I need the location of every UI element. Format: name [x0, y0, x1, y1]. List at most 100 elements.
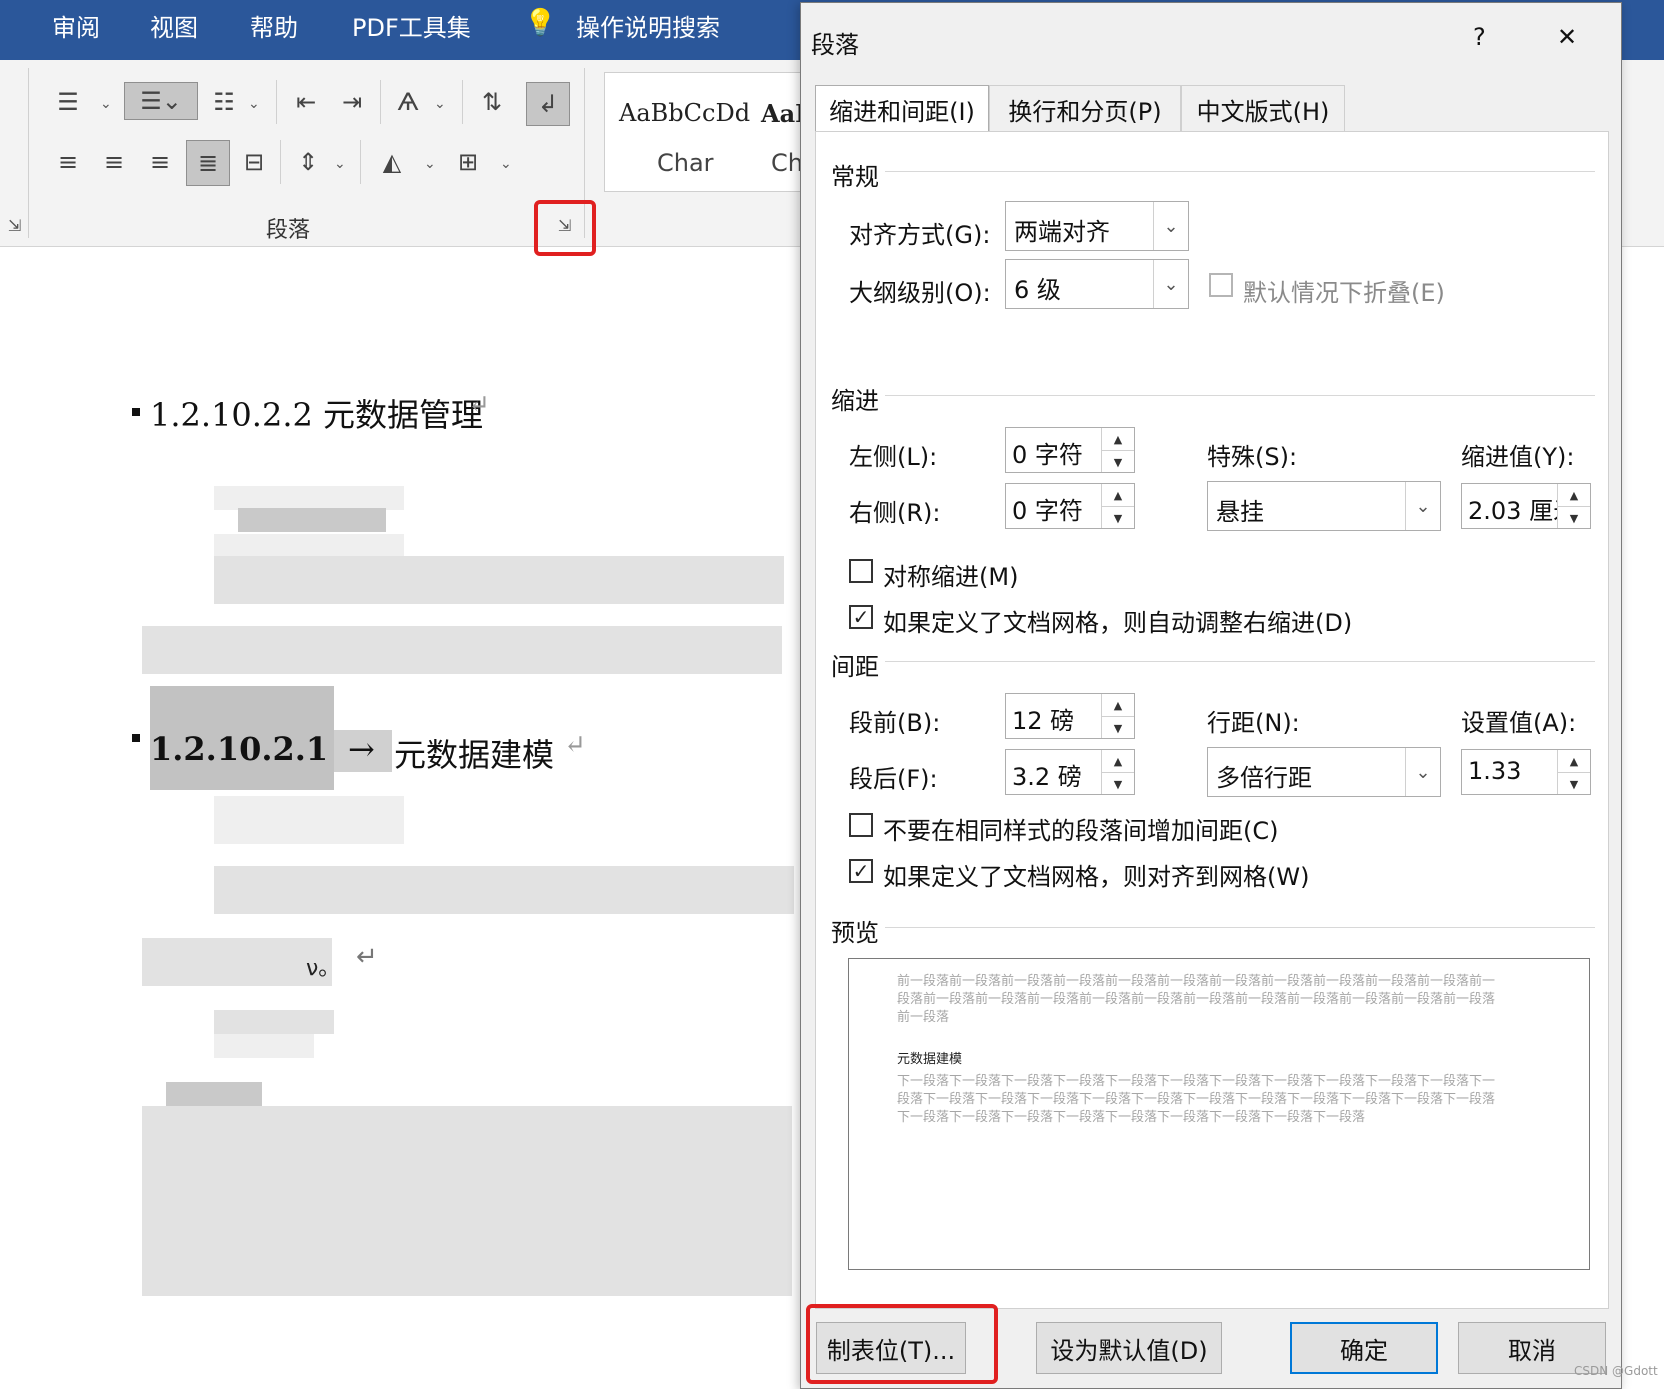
lightbulb-icon: 💡 — [524, 8, 557, 38]
snap-to-grid-checkbox[interactable]: ✓ — [849, 859, 873, 883]
set-as-default-button[interactable]: 设为默认值(D) — [1036, 1322, 1222, 1374]
align-left-icon[interactable]: ≡ — [50, 144, 86, 180]
spin-down-icon[interactable]: ▼ — [1558, 773, 1590, 795]
text-fragment: ν。 — [306, 956, 341, 981]
bullets-dropdown-icon[interactable]: ⌄ — [100, 96, 112, 112]
spacing-at-label: 设置值(A): — [1461, 709, 1577, 737]
ok-button[interactable]: 确定 — [1290, 1322, 1438, 1374]
right-indent-spinner[interactable]: 0 字符 ▲ ▼ — [1005, 483, 1135, 529]
blurred-text — [238, 508, 386, 532]
multilevel-list-icon[interactable]: ☷ — [206, 84, 242, 120]
spin-down-icon[interactable]: ▼ — [1102, 773, 1134, 795]
bullets-icon[interactable]: ☰ — [50, 84, 86, 120]
line-spacing-icon[interactable]: ⇕ — [290, 144, 326, 180]
spin-up-icon[interactable]: ▲ — [1558, 484, 1590, 507]
space-after-value: 3.2 磅 — [1012, 763, 1082, 791]
special-indent-select[interactable]: 悬挂 ⌄ — [1207, 481, 1441, 531]
paragraph-mark: ↵ — [564, 730, 586, 760]
decrease-indent-icon[interactable]: ⇤ — [288, 84, 324, 120]
alignment-value: 两端对齐 — [1014, 218, 1110, 246]
special-indent-value: 悬挂 — [1216, 498, 1264, 526]
spin-up-icon[interactable]: ▲ — [1102, 428, 1134, 451]
spin-up-icon[interactable]: ▲ — [1102, 750, 1134, 773]
preview-section-title: 预览 — [831, 919, 879, 947]
chinese-layout-icon[interactable]: Ѧ — [390, 84, 426, 120]
left-indent-label: 左侧(L): — [849, 443, 938, 471]
indent-section-title: 缩进 — [831, 387, 879, 415]
blurred-text — [142, 626, 782, 674]
paragraph-preview: 前一段落前一段落前一段落前一段落前一段落前一段落前一段落前一段落前一段落前一段落… — [848, 958, 1590, 1270]
spin-up-icon[interactable]: ▲ — [1558, 750, 1590, 773]
auto-adjust-right-label: 如果定义了文档网格，则自动调整右缩进(D) — [883, 609, 1353, 637]
font-dialog-launcher-icon[interactable]: ⇲ — [8, 216, 21, 235]
blurred-text — [214, 534, 404, 556]
spin-down-icon[interactable]: ▼ — [1558, 507, 1590, 528]
help-icon[interactable]: ? — [1473, 23, 1486, 51]
collapse-checkbox — [1209, 273, 1233, 297]
line-spacing-select[interactable]: 多倍行距 ⌄ — [1207, 747, 1441, 797]
mirror-indents-checkbox[interactable] — [849, 559, 873, 583]
space-before-spinner[interactable]: 12 磅 ▲ ▼ — [1005, 693, 1135, 739]
tab-pdf-tools[interactable]: PDF工具集 — [352, 8, 471, 43]
heading-marker — [132, 734, 140, 742]
heading-number[interactable]: 1.2.10.2.1 — [150, 730, 328, 768]
borders-dropdown-icon[interactable]: ⌄ — [500, 156, 512, 172]
sort-icon[interactable]: ⇅ — [474, 84, 510, 120]
shading-icon[interactable]: ◭ — [374, 144, 410, 180]
spin-up-icon[interactable]: ▲ — [1102, 694, 1134, 717]
blurred-text — [214, 556, 784, 604]
align-center-icon[interactable]: ≡ — [96, 144, 132, 180]
indent-by-spinner[interactable]: 2.03 厘米 ▲▼ — [1461, 483, 1591, 529]
borders-icon[interactable]: ⊞ — [450, 144, 486, 180]
show-marks-icon[interactable]: ↲ — [526, 82, 570, 126]
blurred-text — [214, 866, 794, 914]
justify-icon[interactable]: ≣ — [186, 140, 230, 186]
close-icon[interactable]: ✕ — [1557, 23, 1577, 51]
distributed-icon[interactable]: ⊟ — [236, 144, 272, 180]
indent-by-value: 2.03 厘米 — [1468, 497, 1558, 525]
numbering-icon[interactable]: ☰⌄ — [124, 82, 198, 120]
tab-review[interactable]: 审阅 — [52, 8, 100, 43]
collapse-label: 默认情况下折叠(E) — [1243, 279, 1445, 307]
indent-by-label: 缩进值(Y): — [1461, 443, 1575, 471]
heading-metadata-modeling[interactable]: 元数据建模 — [394, 730, 554, 776]
alignment-select[interactable]: 两端对齐 ⌄ — [1005, 201, 1189, 251]
styles-gallery[interactable]: AaBbCcDd Char AaB Ch — [604, 72, 815, 192]
shading-dropdown-icon[interactable]: ⌄ — [424, 156, 436, 172]
spin-down-icon[interactable]: ▼ — [1102, 507, 1134, 529]
right-indent-label: 右侧(R): — [849, 499, 941, 527]
multilevel-dropdown-icon[interactable]: ⌄ — [248, 96, 260, 112]
dialog-title: 段落 — [811, 31, 859, 59]
blurred-text — [214, 796, 404, 844]
tab-asian-typography[interactable]: 中文版式(H) — [1181, 85, 1345, 132]
line-spacing-value: 多倍行距 — [1216, 764, 1312, 792]
tell-me-search[interactable]: 操作说明搜索 — [576, 8, 720, 43]
tab-indents-spacing[interactable]: 缩进和间距(I) — [815, 85, 989, 132]
space-before-label: 段前(B): — [849, 709, 941, 737]
paragraph-group-label: 段落 — [266, 218, 311, 243]
mirror-indents-label: 对称缩进(M) — [883, 563, 1019, 591]
space-after-spinner[interactable]: 3.2 磅 ▲ ▼ — [1005, 749, 1135, 795]
spin-up-icon[interactable]: ▲ — [1102, 484, 1134, 507]
outline-level-label: 大纲级别(O): — [849, 279, 991, 307]
tab-line-page-breaks[interactable]: 换行和分页(P) — [989, 85, 1181, 132]
tabs-button-highlight-box — [806, 1304, 998, 1384]
chevron-down-icon: ⌄ — [1405, 748, 1440, 796]
watermark: CSDN @Gdott — [1574, 1364, 1658, 1378]
auto-adjust-right-checkbox[interactable]: ✓ — [849, 605, 873, 629]
heading-metadata-management[interactable]: 1.2.10.2.2 元数据管理 — [150, 390, 483, 436]
tab-help[interactable]: 帮助 — [250, 8, 298, 43]
tab-view[interactable]: 视图 — [150, 8, 198, 43]
special-indent-label: 特殊(S): — [1207, 443, 1298, 471]
spin-down-icon[interactable]: ▼ — [1102, 451, 1134, 473]
chinese-layout-dropdown-icon[interactable]: ⌄ — [434, 96, 446, 112]
left-indent-spinner[interactable]: 0 字符 ▲ ▼ — [1005, 427, 1135, 473]
line-spacing-dropdown-icon[interactable]: ⌄ — [334, 156, 346, 172]
paragraph-mark: ↵ — [356, 942, 378, 972]
increase-indent-icon[interactable]: ⇥ — [334, 84, 370, 120]
no-space-same-style-checkbox[interactable] — [849, 813, 873, 837]
outline-level-select[interactable]: 6 级 ⌄ — [1005, 259, 1189, 309]
align-right-icon[interactable]: ≡ — [142, 144, 178, 180]
spacing-at-spinner[interactable]: 1.33 ▲ ▼ — [1461, 749, 1591, 795]
spin-down-icon[interactable]: ▼ — [1102, 717, 1134, 739]
